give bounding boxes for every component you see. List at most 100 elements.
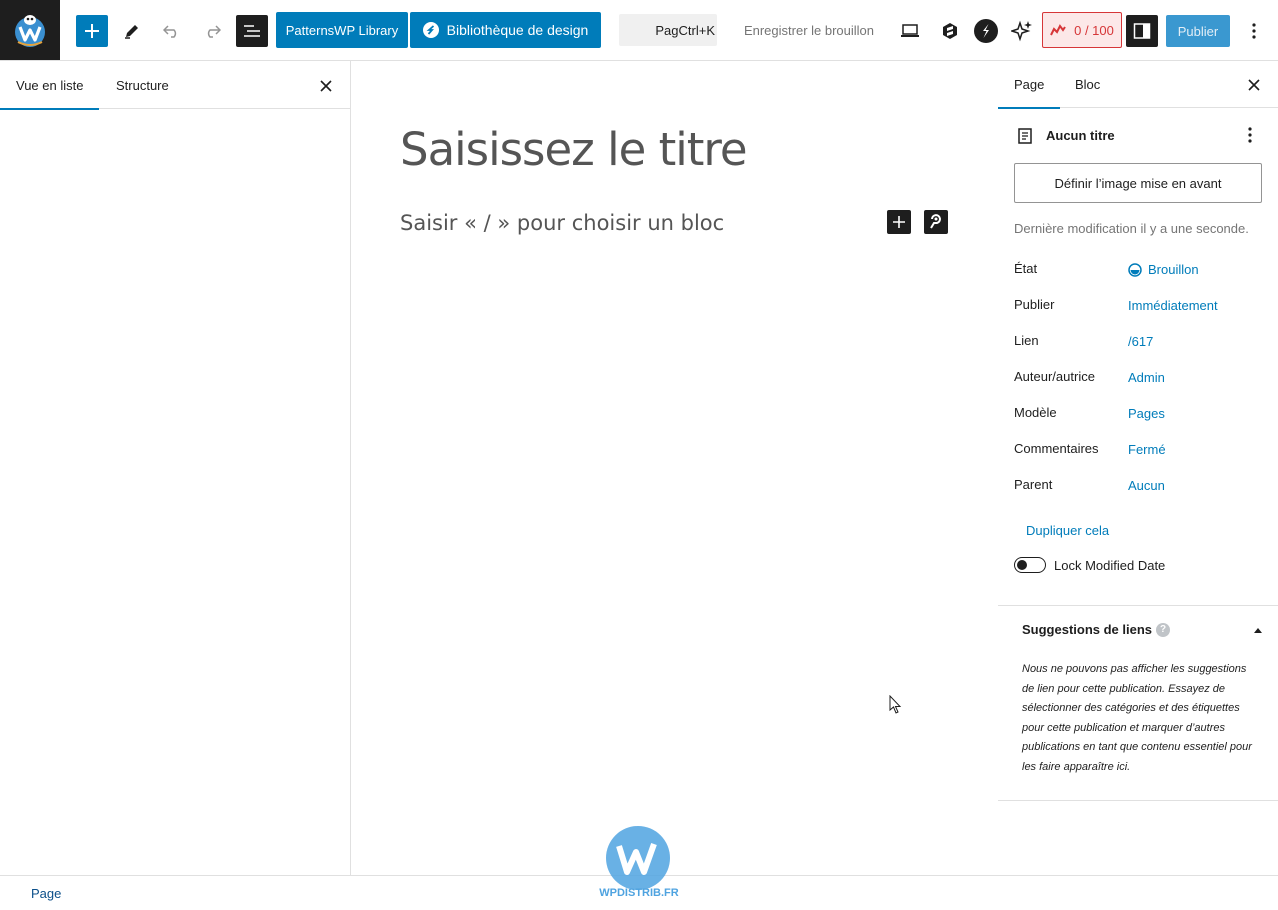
command-shortcut-label: PagCtrl+K (655, 22, 715, 38)
preview-button[interactable] (894, 15, 926, 47)
redo-icon (207, 25, 221, 38)
undo-button[interactable] (156, 15, 188, 47)
meta-row-status: État Brouillon (1014, 261, 1262, 281)
collapse-panel-button[interactable] (1252, 624, 1264, 636)
template-value[interactable]: Pages (1128, 406, 1165, 421)
site-logo[interactable] (0, 0, 60, 60)
tab-list-view[interactable]: Vue en liste (0, 61, 101, 110)
wpdistrib-watermark-logo: WPDISTRIB.FR (599, 826, 679, 899)
comments-value[interactable]: Fermé (1128, 442, 1166, 457)
seo-score-label: 0 / 100 (1074, 22, 1114, 38)
inline-block-inserter-button[interactable] (887, 210, 911, 234)
meta-row-publish: Publier Immédiatement (1014, 297, 1262, 317)
default-block-appender[interactable]: Saisir « / » pour choisir un bloc (400, 211, 724, 235)
author-value[interactable]: Admin (1128, 370, 1165, 385)
publish-date-value[interactable]: Immédiatement (1128, 298, 1218, 313)
sidebar-tabs: Page Bloc (997, 61, 1278, 109)
meta-row-comments: Commentaires Fermé (1014, 441, 1262, 461)
save-draft-button[interactable]: Enregistrer le brouillon (732, 14, 886, 46)
status-label: État (1014, 261, 1038, 276)
close-sidebar-button[interactable] (1242, 73, 1266, 97)
patternswp-library-label: PatternsWP Library (285, 22, 399, 38)
lock-modified-date-row: Lock Modified Date (1014, 557, 1165, 573)
redo-button[interactable] (196, 15, 228, 47)
plus-icon (85, 24, 99, 38)
save-draft-label: Enregistrer le brouillon (743, 22, 875, 38)
link-suggestions-panel: Suggestions de liens ? Nous ne pouvons p… (998, 605, 1278, 801)
meta-row-author: Auteur/autrice Admin (1014, 369, 1262, 389)
bolt-circle-icon (974, 19, 998, 43)
jetpack-button[interactable] (934, 15, 966, 47)
jetpack-icon (943, 23, 957, 39)
breadcrumb-page[interactable]: Page (31, 886, 61, 901)
tools-button[interactable] (116, 15, 148, 47)
link-value[interactable]: /617 (1128, 334, 1153, 349)
status-value-button[interactable]: Brouillon (1128, 262, 1199, 277)
tab-block[interactable]: Bloc (1075, 61, 1100, 108)
tab-page-label: Page (1014, 77, 1045, 92)
help-icon[interactable]: ? (1156, 622, 1171, 637)
patterns-logo-icon (930, 214, 941, 229)
sidebar-icon (1133, 23, 1151, 39)
close-list-view-button[interactable] (314, 74, 338, 98)
publish-date-label: Publier (1014, 297, 1055, 312)
template-label: Modèle (1014, 405, 1057, 420)
link-suggestions-header[interactable]: Suggestions de liens ? (1022, 622, 1171, 637)
list-view-icon (244, 25, 260, 37)
draft-status-icon (1128, 262, 1142, 277)
block-inserter-button[interactable] (76, 15, 108, 47)
plus-icon (893, 216, 905, 228)
more-vertical-icon (1248, 127, 1252, 143)
link-suggestions-text: Nous ne pouvons pas afficher les suggest… (1022, 663, 1252, 773)
close-icon (320, 80, 332, 92)
pattern-inserter-button[interactable] (924, 210, 948, 234)
tab-structure-label: Structure (116, 77, 169, 93)
editor-top-toolbar: PatternsWP Library Bibliothèque de desig… (0, 0, 1278, 61)
duplicate-link[interactable]: Dupliquer cela (1026, 523, 1109, 538)
tab-block-label: Bloc (1075, 77, 1101, 92)
pencil-icon (125, 25, 138, 39)
meta-row-template: Modèle Pages (1014, 405, 1262, 425)
link-label: Lien (1014, 333, 1039, 348)
last-modified-text: Dernière modification il y a une seconde… (1014, 221, 1249, 236)
post-title-input[interactable]: Saisissez le titre (400, 123, 748, 176)
sparkles-icon (1011, 20, 1032, 42)
author-label: Auteur/autrice (1014, 369, 1095, 384)
publish-label: Publier (1177, 23, 1219, 39)
stackable-plugin-button[interactable] (970, 15, 1002, 47)
settings-sidebar-toggle[interactable] (1126, 15, 1158, 47)
lock-modified-date-toggle[interactable] (1014, 557, 1046, 573)
page-icon (1018, 128, 1032, 144)
site-logo-icon (15, 15, 45, 47)
tab-page[interactable]: Page (997, 61, 1061, 109)
close-icon (1248, 79, 1260, 91)
settings-sidebar: Page Bloc Aucun titre Définir l’image mi… (997, 61, 1278, 875)
parent-label: Parent (1014, 477, 1053, 492)
post-actions-button[interactable] (1242, 125, 1258, 145)
left-panel-tabs: Vue en liste Structure (0, 61, 350, 110)
link-suggestions-title: Suggestions de liens (1022, 622, 1153, 637)
design-library-button[interactable]: Bibliothèque de design (410, 12, 601, 48)
publish-button[interactable]: Publier (1166, 15, 1230, 47)
more-vertical-icon (1252, 23, 1256, 39)
design-library-label: Bibliothèque de design (446, 22, 589, 38)
meta-row-link: Lien /617 (1014, 333, 1262, 353)
status-value: Brouillon (1148, 262, 1199, 277)
list-view-panel: Vue en liste Structure (0, 61, 351, 875)
watermark-text: WPDISTRIB.FR (599, 887, 678, 899)
patternswp-library-button[interactable]: PatternsWP Library (276, 12, 408, 48)
laptop-icon (901, 24, 919, 37)
tab-structure[interactable]: Structure (116, 61, 169, 109)
options-button[interactable] (1238, 15, 1270, 47)
set-featured-image-label: Définir l’image mise en avant (1054, 175, 1222, 191)
mouse-cursor-icon (889, 695, 902, 714)
caret-up-icon (1254, 628, 1262, 633)
ai-assistant-button[interactable] (1006, 15, 1038, 47)
command-palette-button[interactable]: PagCtrl+K (619, 14, 717, 46)
parent-value[interactable]: Aucun (1128, 478, 1165, 493)
stackable-icon (422, 22, 439, 38)
document-overview-button[interactable] (236, 15, 268, 47)
seo-score-button[interactable]: 0 / 100 (1042, 12, 1122, 48)
comments-label: Commentaires (1014, 441, 1099, 456)
set-featured-image-button[interactable]: Définir l’image mise en avant (1014, 163, 1262, 203)
